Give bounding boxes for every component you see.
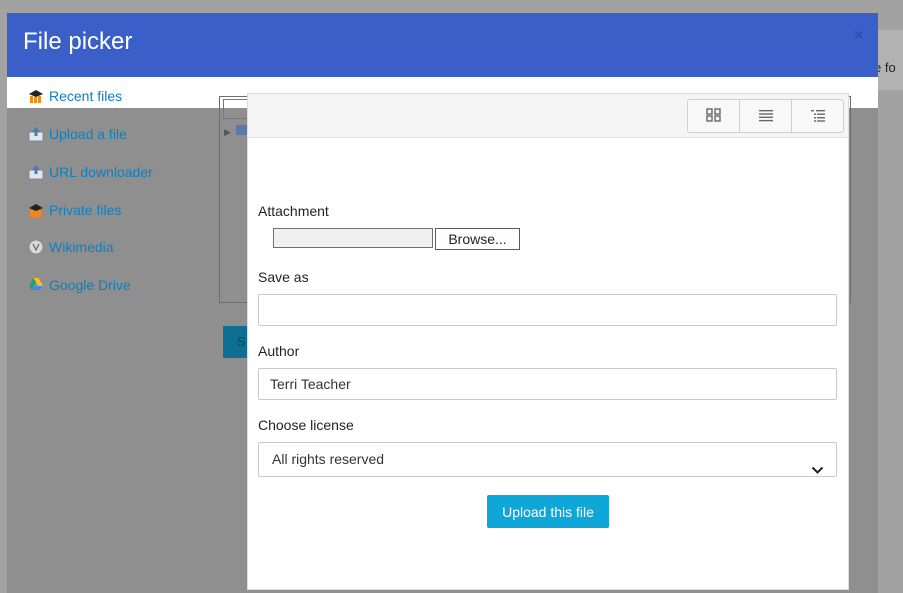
save-as-label: Save as <box>258 269 309 285</box>
grid-icon <box>705 107 722 126</box>
close-icon[interactable]: × <box>853 25 864 46</box>
browse-button[interactable]: Browse... <box>435 228 520 250</box>
path-bar <box>223 99 250 119</box>
repo-google-drive[interactable]: Google Drive <box>28 277 131 293</box>
recent-files-icon <box>28 88 44 104</box>
repo-wikimedia[interactable]: Wikimedia <box>28 239 114 255</box>
repo-label: Google Drive <box>49 277 131 293</box>
repo-upload-a-file[interactable]: Upload a file <box>28 126 127 142</box>
license-selected-value: All rights reserved <box>272 451 385 467</box>
repo-url-downloader[interactable]: URL downloader <box>28 164 153 180</box>
upload-this-file-button[interactable]: Upload this file <box>487 495 609 528</box>
repo-label: Recent files <box>49 88 123 104</box>
tree-view-button[interactable] <box>792 100 843 132</box>
chevron-down-icon <box>811 454 824 487</box>
icons-view-button[interactable] <box>688 100 740 132</box>
list-view-button[interactable] <box>740 100 792 132</box>
list-icon <box>758 107 774 126</box>
license-label: Choose license <box>258 417 354 433</box>
attachment-file-field[interactable] <box>273 228 433 248</box>
dialog-title: File picker <box>23 28 133 55</box>
upload-panel: Attachment Browse... Save as Author Terr… <box>247 93 849 590</box>
select-button[interactable]: S <box>223 326 249 358</box>
view-switcher <box>687 99 844 133</box>
attachment-label: Attachment <box>258 203 329 219</box>
author-input[interactable]: Terri Teacher <box>258 368 837 400</box>
repo-label: Wikimedia <box>49 239 114 255</box>
repo-label: URL downloader <box>49 164 153 180</box>
tree-icon <box>810 107 826 126</box>
repo-label: Private files <box>49 202 122 218</box>
author-label: Author <box>258 343 300 359</box>
url-downloader-icon <box>28 164 44 180</box>
save-as-input[interactable] <box>258 294 837 326</box>
private-files-icon <box>28 202 44 218</box>
dialog-header: File picker × <box>7 13 878 77</box>
google-drive-icon <box>28 277 44 293</box>
repo-private-files[interactable]: Private files <box>28 202 121 218</box>
expand-arrow-icon[interactable]: ▶ <box>224 127 231 138</box>
wikimedia-icon <box>28 239 44 255</box>
repo-recent-files[interactable]: Recent files <box>28 88 122 104</box>
view-toolbar <box>248 94 848 138</box>
license-select[interactable]: All rights reserved <box>258 442 837 477</box>
repo-label: Upload a file <box>49 126 127 142</box>
upload-icon <box>28 126 44 142</box>
